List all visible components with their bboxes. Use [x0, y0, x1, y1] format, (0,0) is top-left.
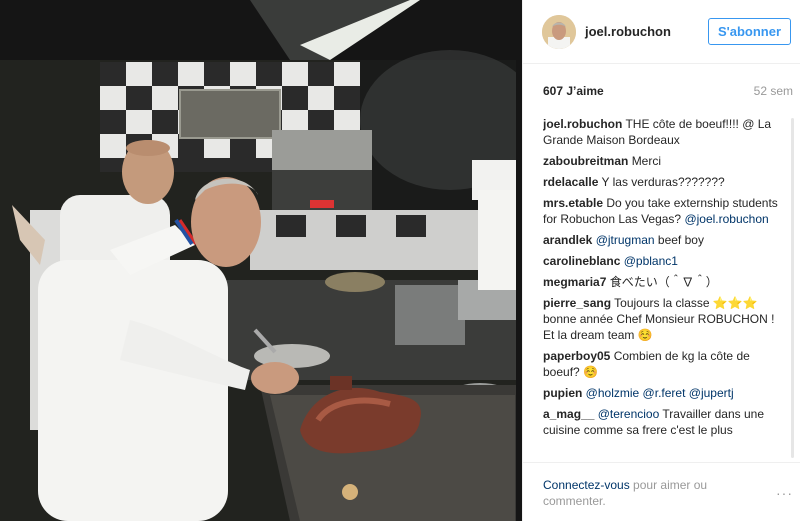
post-age[interactable]: 52 sem — [754, 84, 793, 98]
comment-username[interactable]: zaboubreitman — [543, 154, 628, 168]
comment-username[interactable]: carolineblanc — [543, 254, 620, 268]
comment-mention[interactable]: @joel.robuchon — [684, 212, 768, 226]
comment-item: mrs.etable Do you take externship studen… — [543, 195, 779, 227]
comment-username[interactable]: paperboy05 — [543, 349, 610, 363]
comment-item: pierre_sang Toujours la classe ⭐️⭐️⭐️ bo… — [543, 295, 779, 343]
comment-mention[interactable]: @terencioo — [598, 407, 660, 421]
comment-username[interactable]: rdelacalle — [543, 175, 598, 189]
login-link[interactable]: Connectez-vous — [543, 478, 630, 492]
comment-item: carolineblanc @pblanc1 — [543, 253, 779, 269]
comment-item: pupien @holzmie @r.feret @jupertj — [543, 385, 779, 401]
avatar[interactable] — [542, 15, 576, 49]
comment-item: arandlek @jtrugman beef boy — [543, 232, 779, 248]
comment-mention[interactable]: @jupertj — [689, 386, 734, 400]
likes-count[interactable]: 607 J’aime — [543, 84, 604, 98]
comment-username[interactable]: pupien — [543, 386, 582, 400]
post-sidebar: joel.robuchon S'abonner 607 J’aime 52 se… — [522, 0, 800, 521]
comment-text: Y las verduras??????? — [601, 175, 725, 189]
comment-text: 食べたい（＾∇＾） — [609, 275, 718, 289]
comment-text: beef boy — [654, 233, 704, 247]
comment-text: Merci — [631, 154, 662, 168]
post-footer: Connectez-vous pour aimer ou commenter. … — [523, 462, 800, 522]
comments-scrollbar[interactable] — [791, 118, 794, 458]
comment-username[interactable]: arandlek — [543, 233, 592, 247]
comment-username[interactable]: megmaria7 — [543, 275, 606, 289]
comment-item: rdelacalle Y las verduras??????? — [543, 174, 779, 190]
comment-item: zaboubreitman Merci — [543, 153, 779, 169]
post-photo[interactable] — [0, 0, 522, 521]
comment-item: a_mag__ @terencioo Travailler dans une c… — [543, 406, 779, 438]
login-prompt: Connectez-vous pour aimer ou commenter. — [543, 477, 743, 509]
comment-username[interactable]: pierre_sang — [543, 296, 611, 310]
more-options-icon[interactable]: ··· — [776, 485, 793, 501]
post-header: joel.robuchon S'abonner — [523, 0, 800, 64]
comment-username[interactable]: a_mag__ — [543, 407, 594, 421]
comment-username[interactable]: joel.robuchon — [543, 117, 622, 131]
comment-item: paperboy05 Combien de kg la côte de boeu… — [543, 348, 779, 380]
comment-item: megmaria7 食べたい（＾∇＾） — [543, 274, 779, 290]
comments-list: joel.robuchon THE côte de boeuf!!!! @ La… — [543, 116, 779, 462]
follow-button[interactable]: S'abonner — [708, 18, 791, 45]
comment-username[interactable]: mrs.etable — [543, 196, 603, 210]
comment-mention[interactable]: @r.feret — [643, 386, 686, 400]
avatar-image — [542, 15, 576, 49]
username-link[interactable]: joel.robuchon — [585, 24, 671, 39]
post-meta: 607 J’aime 52 sem — [543, 84, 793, 98]
kitchen-scene-image — [0, 0, 522, 521]
comment-mention[interactable]: @pblanc1 — [624, 254, 678, 268]
comment-mention[interactable]: @jtrugman — [596, 233, 655, 247]
comment-mention[interactable]: @holzmie — [586, 386, 640, 400]
comment-item: joel.robuchon THE côte de boeuf!!!! @ La… — [543, 116, 779, 148]
